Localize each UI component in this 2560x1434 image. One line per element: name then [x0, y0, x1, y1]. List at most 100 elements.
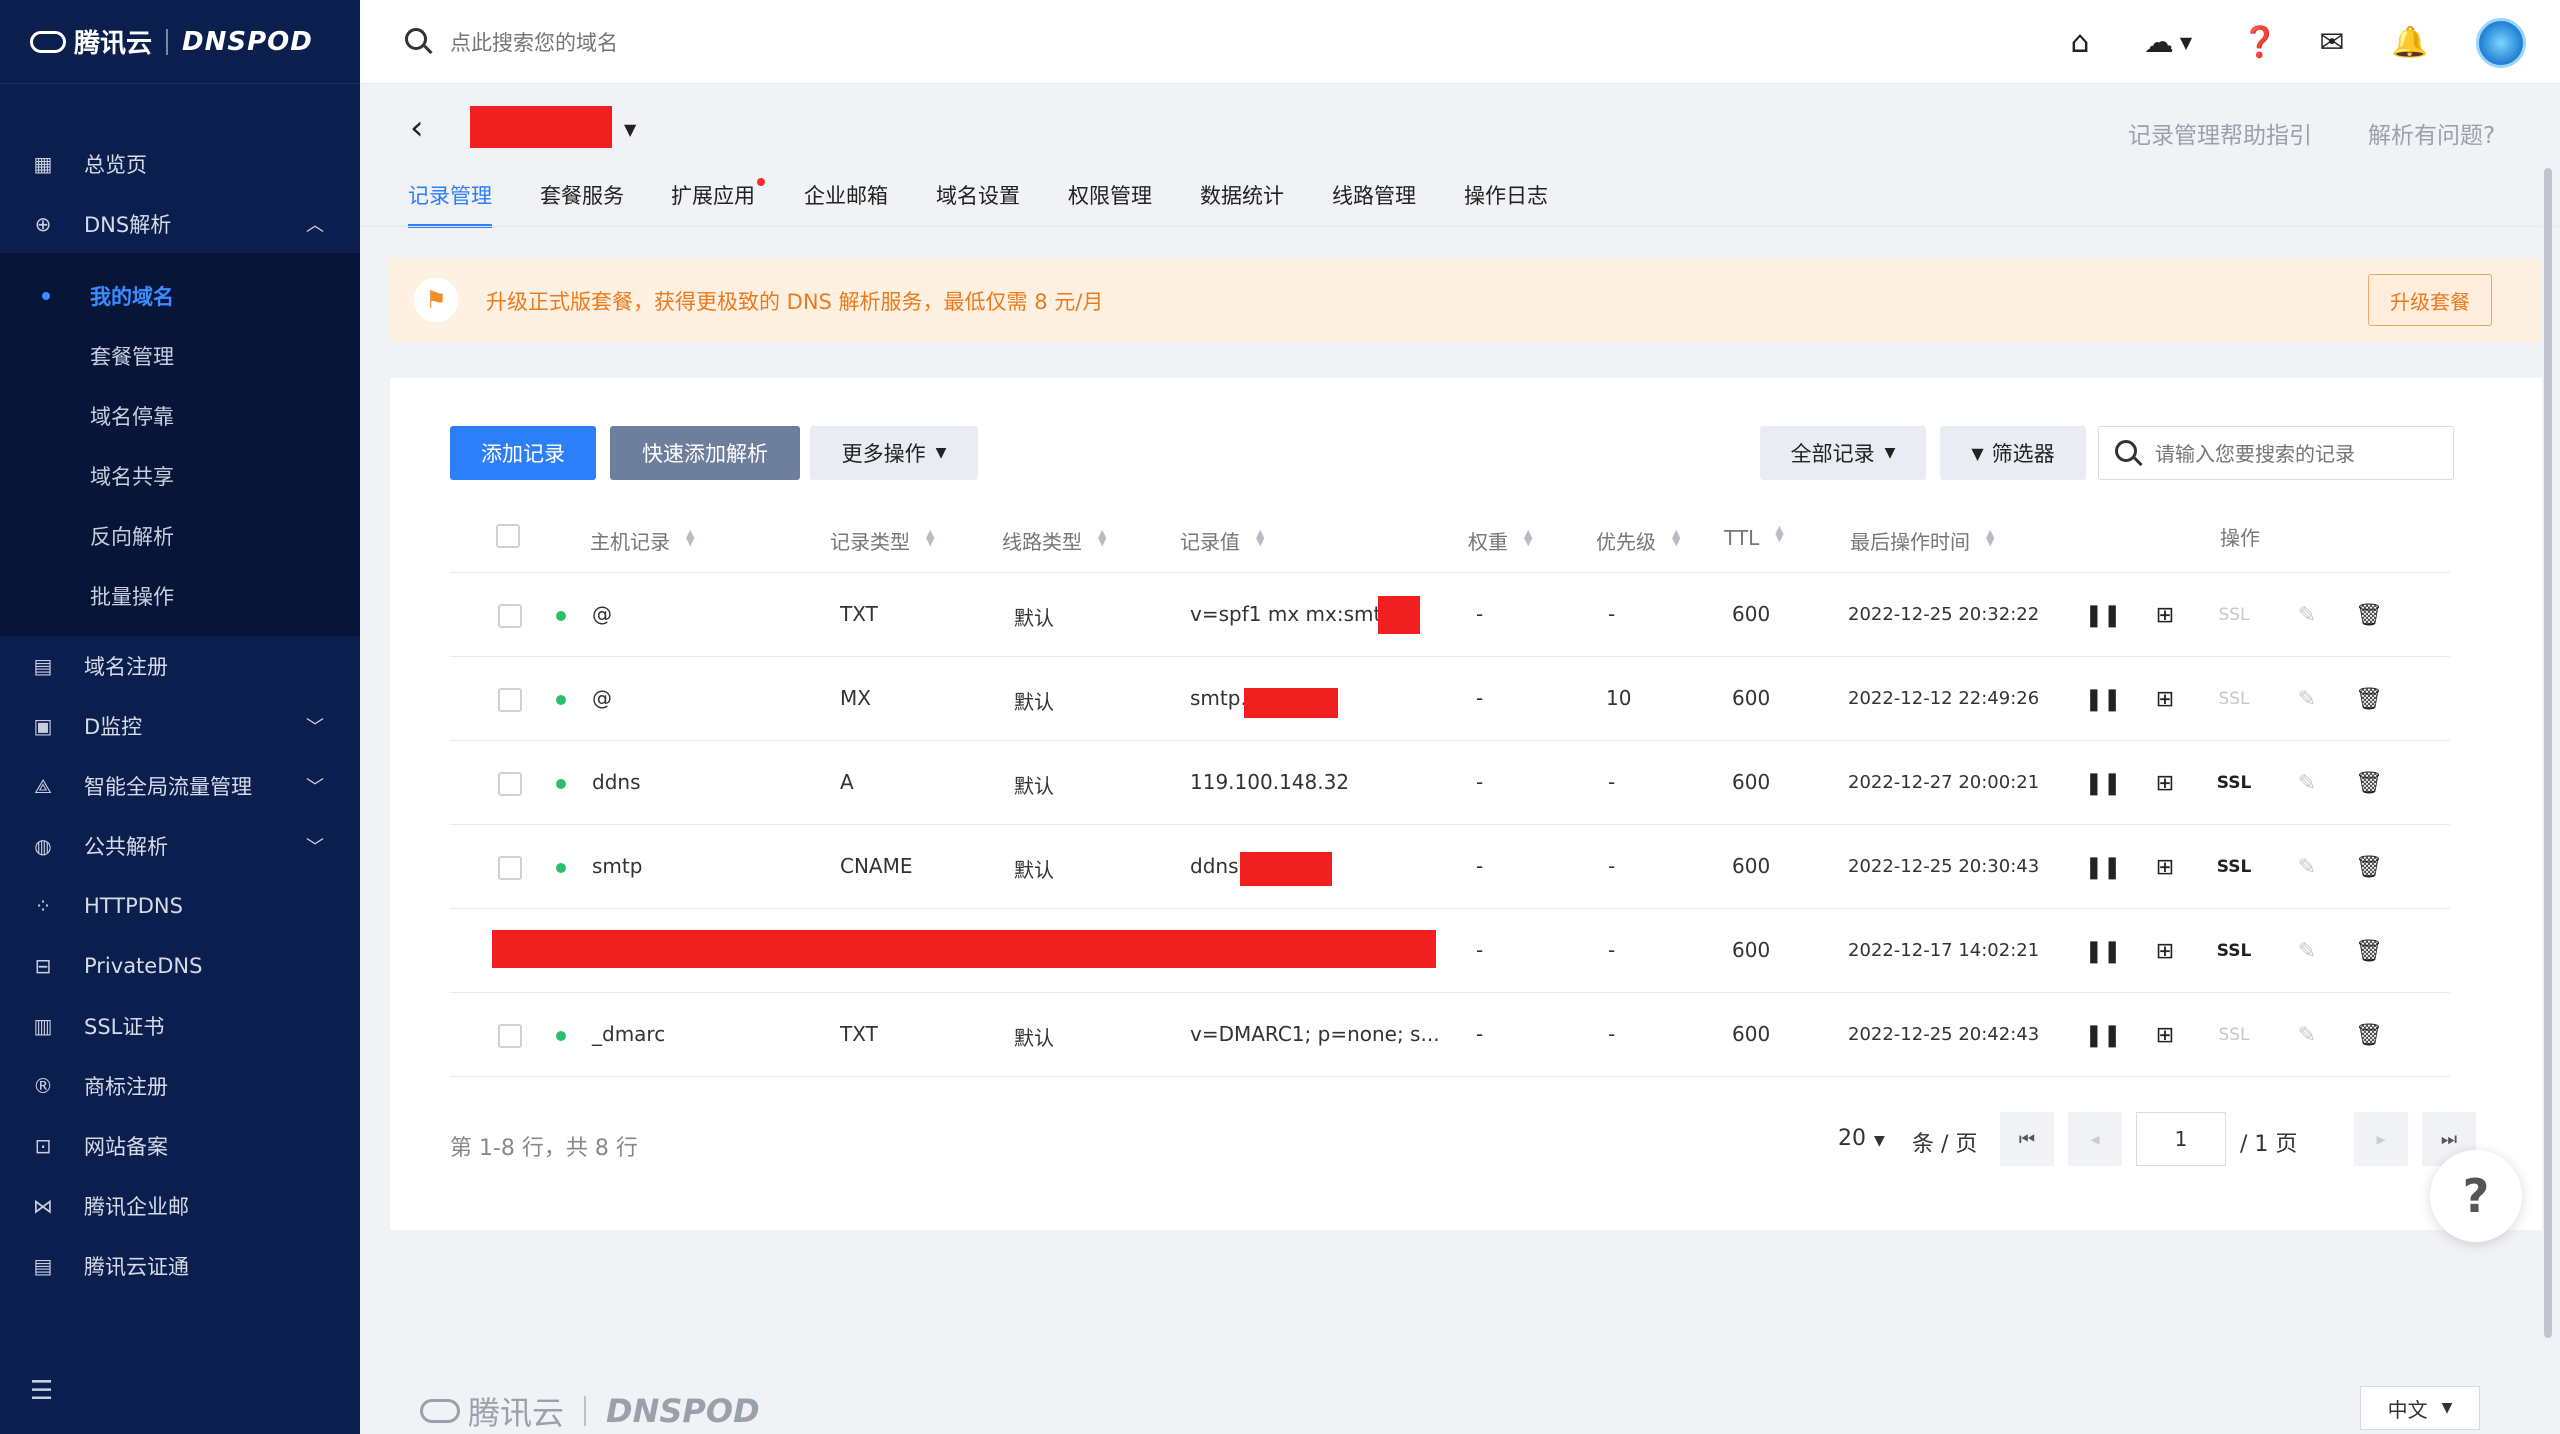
sidebar-subitem-sharing[interactable]: 域名共享: [0, 448, 360, 504]
trash-icon[interactable]: 🗑: [2354, 600, 2384, 630]
sidebar-item-icp[interactable]: ⊡ 网站备案: [0, 1118, 360, 1174]
ssl-button[interactable]: SSL: [2214, 600, 2254, 630]
remark-icon[interactable]: ✎: [2292, 1020, 2322, 1050]
cloud-dropdown-icon[interactable]: ☁ ▼: [2138, 22, 2198, 62]
sidebar-item-httpdns[interactable]: ⁘ HTTPDNS: [0, 878, 360, 934]
sidebar-subitem-parking[interactable]: 域名停靠: [0, 388, 360, 444]
first-page-icon[interactable]: ⏮: [2000, 1112, 2054, 1166]
th-time[interactable]: 最后操作时间 ▲ ▼: [1850, 526, 1994, 555]
sidebar-item-trademark[interactable]: ® 商标注册: [0, 1058, 360, 1114]
pause-icon[interactable]: ❚❚: [2085, 768, 2122, 798]
row-checkbox[interactable]: [498, 856, 522, 880]
th-ttl[interactable]: TTL ▲ ▼: [1724, 524, 1784, 550]
trash-icon[interactable]: 🗑: [2354, 684, 2384, 714]
sidebar-item-privatedns[interactable]: ⊟ PrivateDNS: [0, 938, 360, 994]
quick-add-button[interactable]: 快速添加解析: [610, 426, 800, 480]
load-balance-icon[interactable]: ⊞: [2150, 1020, 2180, 1050]
tab-permissions[interactable]: 权限管理: [1068, 180, 1152, 224]
app-logo[interactable]: 腾讯云 DNSPOD: [0, 0, 360, 84]
pause-icon[interactable]: ❚❚: [2085, 1020, 2122, 1050]
ssl-button[interactable]: SSL: [2214, 768, 2254, 798]
trash-icon[interactable]: 🗑: [2354, 936, 2384, 966]
sidebar-item-exmail[interactable]: ⋈ 腾讯企业邮: [0, 1178, 360, 1234]
bell-icon[interactable]: 🔔: [2390, 22, 2430, 62]
tab-records[interactable]: 记录管理: [408, 180, 492, 228]
sidebar-subitem-reverse[interactable]: 反向解析: [0, 508, 360, 564]
load-balance-icon[interactable]: ⊞: [2150, 768, 2180, 798]
sidebar-item-domain-register[interactable]: ▤ 域名注册: [0, 638, 360, 694]
help-icon[interactable]: ❓: [2240, 22, 2280, 62]
page-size-select[interactable]: 20 ▼: [1838, 1126, 1885, 1151]
th-host[interactable]: 主机记录 ▲ ▼: [590, 526, 694, 555]
sidebar-item-public-dns[interactable]: ◍ 公共解析 ﹀: [0, 818, 360, 874]
sidebar-item-overview[interactable]: ▦ 总览页: [0, 136, 360, 192]
remark-icon[interactable]: ✎: [2292, 684, 2322, 714]
next-page-icon[interactable]: ▸: [2354, 1112, 2408, 1166]
row-checkbox[interactable]: [498, 604, 522, 628]
trash-icon[interactable]: 🗑: [2354, 852, 2384, 882]
floating-help-icon[interactable]: ?: [2430, 1150, 2522, 1242]
tab-lines[interactable]: 线路管理: [1332, 180, 1416, 224]
th-value[interactable]: 记录值 ▲ ▼: [1180, 526, 1264, 555]
domain-search-input[interactable]: [450, 28, 1050, 58]
sidebar-subitem-package[interactable]: 套餐管理: [0, 328, 360, 384]
domain-dropdown-icon[interactable]: ▼: [624, 120, 636, 139]
issue-link[interactable]: 解析有问题?: [2368, 116, 2495, 150]
record-search-box[interactable]: [2098, 426, 2454, 480]
wechat-icon[interactable]: ✉: [2312, 22, 2352, 62]
th-line[interactable]: 线路类型 ▲ ▼: [1002, 526, 1106, 555]
tab-logs[interactable]: 操作日志: [1464, 180, 1548, 224]
ssl-button[interactable]: SSL: [2214, 852, 2254, 882]
tab-extensions[interactable]: 扩展应用: [671, 178, 765, 224]
ssl-button[interactable]: SSL: [2214, 936, 2254, 966]
trash-icon[interactable]: 🗑: [2354, 1020, 2384, 1050]
all-records-dropdown[interactable]: 全部记录 ▼: [1760, 426, 1926, 480]
row-checkbox[interactable]: [498, 1024, 522, 1048]
sidebar-item-traffic[interactable]: ⟁ 智能全局流量管理 ﹀: [0, 758, 360, 814]
sidebar-item-dns[interactable]: ⊕ DNS解析 ︿: [0, 196, 360, 252]
help-guide-link[interactable]: 记录管理帮助指引: [2128, 116, 2312, 150]
pause-icon[interactable]: ❚❚: [2085, 936, 2122, 966]
sidebar-item-certpass[interactable]: ▤ 腾讯云证通: [0, 1238, 360, 1294]
load-balance-icon[interactable]: ⊞: [2150, 684, 2180, 714]
add-record-button[interactable]: 添加记录: [450, 426, 596, 480]
upgrade-button[interactable]: 升级套餐: [2368, 274, 2492, 326]
scrollbar-thumb[interactable]: [2544, 168, 2552, 1338]
sidebar-item-d-monitor[interactable]: ▣ D监控 ﹀: [0, 698, 360, 754]
filter-button[interactable]: ▼ 筛选器: [1940, 426, 2086, 480]
language-select[interactable]: 中文 ▼: [2360, 1386, 2480, 1430]
remark-icon[interactable]: ✎: [2292, 852, 2322, 882]
sidebar-subitem-my-domains[interactable]: 我的域名: [0, 268, 360, 324]
more-actions-button[interactable]: 更多操作 ▼: [810, 426, 978, 480]
row-checkbox[interactable]: [498, 688, 522, 712]
sidebar-subitem-batch[interactable]: 批量操作: [0, 568, 360, 624]
row-checkbox[interactable]: [498, 772, 522, 796]
th-weight[interactable]: 权重 ▲ ▼: [1468, 526, 1532, 555]
pause-icon[interactable]: ❚❚: [2085, 684, 2122, 714]
pause-icon[interactable]: ❚❚: [2085, 852, 2122, 882]
menu-collapse-icon[interactable]: ☰: [30, 1376, 53, 1406]
tab-package[interactable]: 套餐服务: [540, 180, 624, 224]
home-icon[interactable]: ⌂: [2060, 22, 2100, 62]
record-search-input[interactable]: [2155, 441, 2435, 467]
remark-icon[interactable]: ✎: [2292, 768, 2322, 798]
remark-icon[interactable]: ✎: [2292, 936, 2322, 966]
prev-page-icon[interactable]: ◂: [2068, 1112, 2122, 1166]
sidebar-item-ssl[interactable]: ▥ SSL证书: [0, 998, 360, 1054]
select-all-checkbox[interactable]: [496, 524, 520, 548]
ssl-button[interactable]: SSL: [2214, 1020, 2254, 1050]
remark-icon[interactable]: ✎: [2292, 600, 2322, 630]
load-balance-icon[interactable]: ⊞: [2150, 936, 2180, 966]
th-type[interactable]: 记录类型 ▲ ▼: [830, 526, 934, 555]
tab-statistics[interactable]: 数据统计: [1200, 180, 1284, 224]
back-arrow-icon[interactable]: ‹: [410, 108, 424, 148]
load-balance-icon[interactable]: ⊞: [2150, 600, 2180, 630]
page-number-input[interactable]: 1: [2136, 1112, 2226, 1166]
load-balance-icon[interactable]: ⊞: [2150, 852, 2180, 882]
tab-mail[interactable]: 企业邮箱: [804, 180, 888, 224]
tab-domain-settings[interactable]: 域名设置: [936, 180, 1020, 224]
ssl-button[interactable]: SSL: [2214, 684, 2254, 714]
th-priority[interactable]: 优先级 ▲ ▼: [1596, 526, 1680, 555]
pause-icon[interactable]: ❚❚: [2085, 600, 2122, 630]
trash-icon[interactable]: 🗑: [2354, 768, 2384, 798]
